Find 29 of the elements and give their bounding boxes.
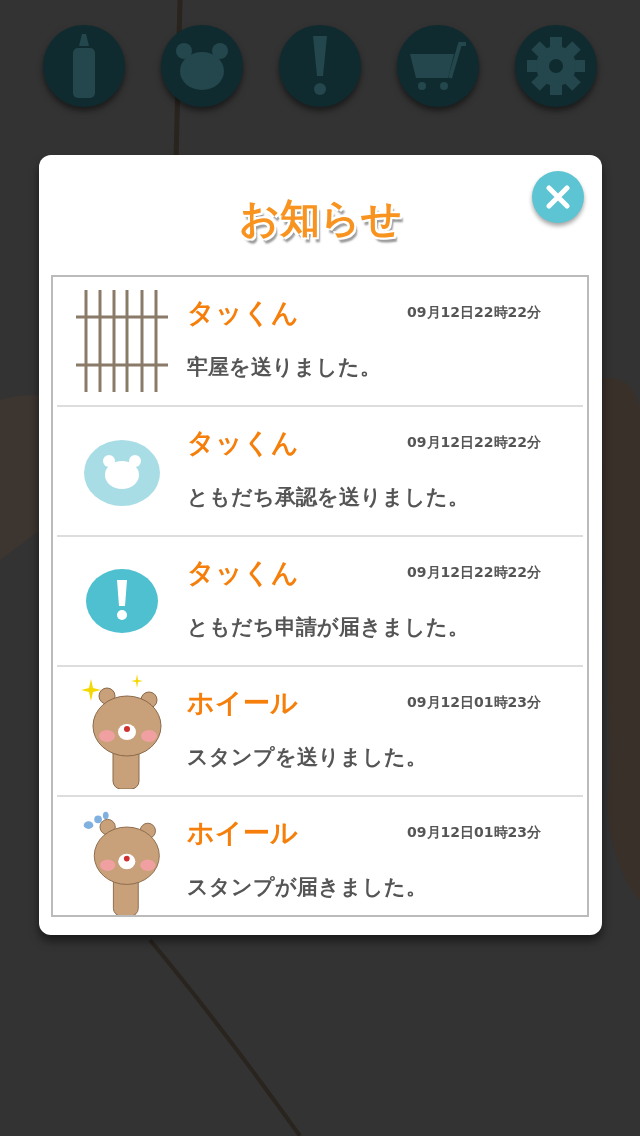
notification-message: スタンプが届きました。: [187, 874, 428, 901]
sender-name: ホイール: [187, 686, 298, 720]
alert-button[interactable]: [279, 25, 361, 107]
close-icon: [545, 185, 570, 209]
prison-bars-icon: [76, 290, 168, 392]
settings-icon: [526, 36, 586, 96]
sender-name: タッくん: [187, 556, 299, 590]
notification-message: ともだち申請が届きました。: [187, 614, 470, 641]
close-button[interactable]: [531, 171, 584, 223]
cart-button[interactable]: [397, 25, 479, 107]
notification-message: 牢屋を送りました。: [187, 354, 382, 381]
notification-time: 09月12日22時22分: [407, 564, 541, 582]
notification-message: スタンプを送りました。: [187, 744, 428, 771]
cart-icon: [408, 40, 468, 92]
bottle-button[interactable]: [43, 25, 125, 107]
bear-button[interactable]: [161, 25, 243, 107]
alert-button-icon: [85, 568, 159, 634]
notification-time: 09月12日01時23分: [407, 824, 541, 842]
sender-name: タッくん: [187, 296, 299, 330]
sender-name: タッくん: [187, 426, 299, 460]
notification-time: 09月12日22時22分: [407, 304, 541, 322]
notification-time: 09月12日22時22分: [407, 434, 541, 452]
dialog-title: お知らせ: [238, 194, 402, 243]
alert-icon: [312, 36, 328, 96]
notification-time: 09月12日01時23分: [407, 694, 541, 712]
notification-message: ともだち承認を送りました。: [187, 484, 470, 511]
bear-icon: [174, 41, 230, 91]
settings-button[interactable]: [515, 25, 597, 107]
sender-name: ホイール: [187, 816, 298, 850]
